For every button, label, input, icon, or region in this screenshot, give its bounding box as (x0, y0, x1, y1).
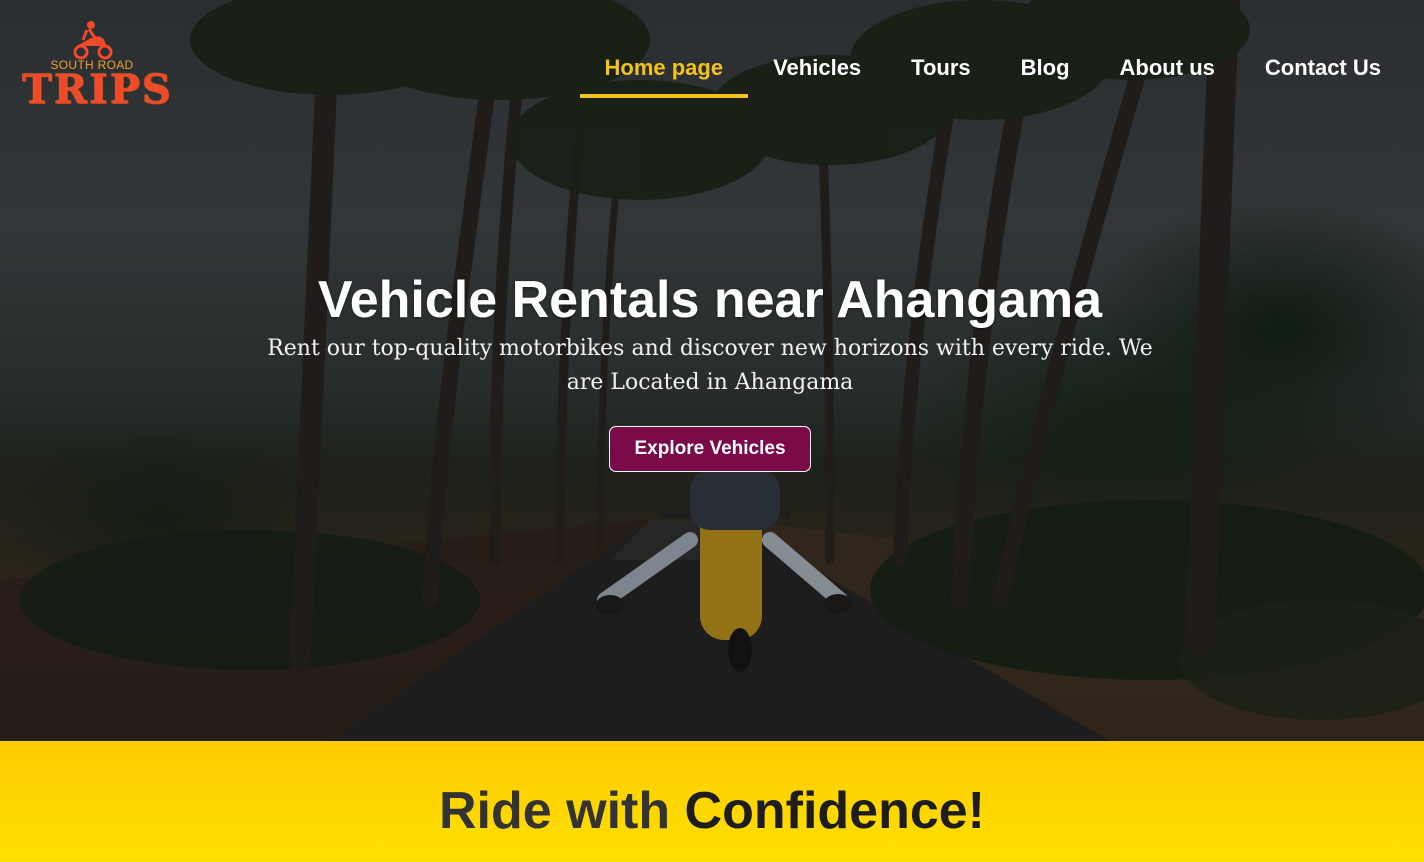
section-title: Ride with Confidence! (0, 741, 1424, 843)
explore-vehicles-button[interactable]: Explore Vehicles (609, 426, 811, 472)
ride-confidence-section: Ride with Confidence! (0, 741, 1424, 862)
hero-section: SOUTH ROAD TRIPS Home page Vehicles Tour… (0, 0, 1424, 741)
scooter-rider-icon (73, 21, 113, 60)
nav-contact-us[interactable]: Contact Us (1240, 54, 1406, 98)
logo-wordmark: TRIPS (22, 66, 173, 113)
site-logo[interactable]: SOUTH ROAD TRIPS (22, 20, 173, 116)
nav-blog[interactable]: Blog (996, 54, 1095, 98)
main-nav: Home page Vehicles Tours Blog About us C… (579, 54, 1407, 98)
hero-title: Vehicle Rentals near Ahangama (317, 271, 1103, 329)
nav-home-page[interactable]: Home page (579, 54, 749, 98)
hero-content: Vehicle Rentals near Ahangama Rent our t… (240, 270, 1180, 472)
section-title-lead: Ride with (438, 782, 685, 840)
nav-about-us[interactable]: About us (1095, 54, 1240, 98)
hero-subtitle: Rent our top-quality motorbikes and disc… (267, 336, 1153, 395)
section-title-emphasis: Confidence! (684, 782, 985, 840)
nav-vehicles[interactable]: Vehicles (748, 54, 886, 98)
nav-tours[interactable]: Tours (886, 54, 995, 98)
page: SOUTH ROAD TRIPS Home page Vehicles Tour… (0, 0, 1424, 862)
